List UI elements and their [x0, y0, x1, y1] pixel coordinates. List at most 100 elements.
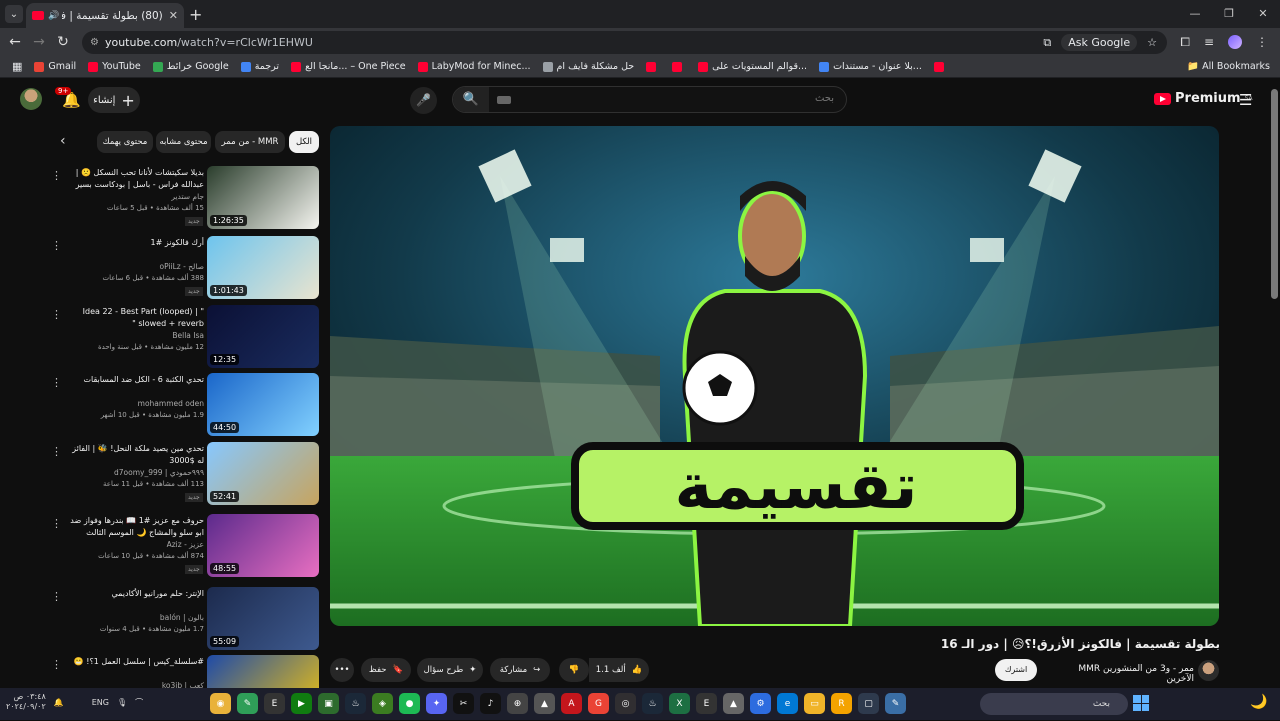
recommendation-thumbnail[interactable]: 44:50 [207, 373, 319, 436]
apps-icon[interactable]: ▦ [12, 60, 22, 73]
capcut-icon[interactable]: ✂ [453, 693, 474, 714]
recommendation-item[interactable]: ⋮ تحدي الكثبة 6 - الكل ضد المسابقات mohamm… [40, 373, 320, 439]
taskbar-search[interactable]: بحث [980, 693, 1128, 715]
all-bookmarks-button[interactable]: 📁 All Bookmarks [1187, 61, 1270, 72]
back-button[interactable]: ← [3, 34, 27, 50]
bookmark-item[interactable]: YouTube [88, 61, 141, 72]
recommendation-item[interactable]: ⋮ حروف مع عزيز #1 📖 بندرها وفواز ضد ابو س… [40, 514, 320, 580]
start-button-icon[interactable] [1133, 695, 1149, 711]
ask-google-button[interactable]: Ask Google [1061, 34, 1138, 51]
media-icon[interactable]: ≡ [1204, 35, 1214, 49]
close-tab-icon[interactable]: ✕ [169, 9, 178, 22]
steam2-icon[interactable]: ♨ [642, 693, 663, 714]
recommendation-channel[interactable]: Bella Isa [68, 331, 204, 340]
widgets-icon[interactable]: 🌙 [1250, 694, 1267, 710]
notification-bell-icon[interactable]: 🔔 [54, 698, 64, 707]
adobe-icon[interactable]: A [561, 693, 582, 714]
controller-icon[interactable]: ⊕ [507, 693, 528, 714]
excel-icon[interactable]: X [669, 693, 690, 714]
bookmark-item[interactable]: LabyMod for Minec... [417, 61, 531, 72]
bookmark-item[interactable] [646, 61, 660, 72]
browser-menu-icon[interactable]: ⋮ [1256, 35, 1268, 49]
create-button[interactable]: إنشاء + [88, 87, 140, 113]
more-options-icon[interactable]: ⋮ [51, 590, 62, 603]
recommendation-channel[interactable]: balón | بالون [68, 613, 204, 622]
keyboard-icon[interactable] [497, 96, 511, 104]
chip-all[interactable]: الكل [289, 131, 319, 153]
nvidia-icon[interactable]: ◈ [372, 693, 393, 714]
bookmark-item[interactable]: بلا عنوان - مستندات... [819, 61, 922, 72]
chip-related[interactable]: محتوى يهمك [97, 131, 153, 153]
recommendation-thumbnail[interactable]: 55:09 [207, 587, 319, 650]
address-bar[interactable]: ⚙ youtube.com/watch?v=rClcWr1EHWU ⧉ Ask … [82, 31, 1167, 54]
bookmark-star-icon[interactable]: ☆ [1147, 36, 1157, 49]
epic2-icon[interactable]: E [696, 693, 717, 714]
xbox-icon[interactable]: ▶ [291, 693, 312, 714]
wifi-icon[interactable]: ⌒ [135, 697, 143, 708]
save-button[interactable]: حفظ 🔖 [361, 658, 411, 682]
bookmark-item[interactable]: حل مشكلة فايف ام [542, 61, 634, 72]
settings-icon[interactable]: ⚙ [750, 693, 771, 714]
folder-icon[interactable]: ▭ [804, 693, 825, 714]
recommendation-channel[interactable]: d7oomy_999 | ٩٩٩حمودي [68, 468, 204, 477]
channel-avatar[interactable] [1198, 660, 1219, 681]
recommendation-thumbnail[interactable]: 1:26:35 [207, 166, 319, 229]
epic-icon[interactable]: E [264, 693, 285, 714]
bookmark-item[interactable]: Gmail [34, 61, 76, 72]
close-window-button[interactable]: ✕ [1246, 0, 1280, 28]
more-options-icon[interactable]: ⋮ [51, 239, 62, 252]
guide-menu-icon[interactable]: ☰ [1239, 91, 1252, 109]
more-actions-button[interactable]: ••• [330, 658, 354, 682]
pen-icon[interactable]: ✎ [237, 693, 258, 714]
recommendation-channel[interactable]: جام ستدير [68, 192, 204, 201]
tab-search-icon[interactable]: ⌄ [5, 5, 23, 23]
recommendation-thumbnail[interactable]: 1:01:43 [207, 236, 319, 299]
recommendation-thumbnail[interactable]: 48:55 [207, 514, 319, 577]
obs-icon[interactable]: ◎ [615, 693, 636, 714]
new-tab-button[interactable]: + [189, 5, 202, 24]
bookmark-item[interactable] [672, 61, 686, 72]
recommendation-channel[interactable]: oPiiLz - صالح [68, 262, 205, 271]
reload-button[interactable]: ↻ [51, 34, 75, 50]
search-icon[interactable]: 🔍 [453, 87, 489, 112]
more-options-icon[interactable]: ⋮ [51, 376, 62, 389]
spotify-icon[interactable]: ● [399, 693, 420, 714]
bookmark-item[interactable]: خرائط Google [152, 61, 229, 72]
steam-icon[interactable]: ♨ [345, 693, 366, 714]
voice-search-mic-icon[interactable]: 🎤 [410, 87, 437, 114]
channel-name[interactable]: MMR ممر - و3 من المنشورين الآخرين [1050, 664, 1194, 684]
google-icon[interactable]: G [588, 693, 609, 714]
recommendation-item[interactable]: ⋮ الإنتر: حلم مورانيو الأكاديمي balón | با… [40, 587, 320, 653]
recommendation-item[interactable]: ⋮ أرك فالكونز #1 oPiiLz - صالح 388 ألف مشاه… [40, 236, 320, 302]
more-options-icon[interactable]: ⋮ [51, 517, 62, 530]
bookmark-item[interactable]: ترجمة [240, 61, 279, 72]
chevron-left-icon[interactable]: ‹ [60, 133, 66, 149]
profile-icon[interactable] [1228, 35, 1242, 49]
notepad-icon[interactable]: ✎ [885, 693, 906, 714]
language-indicator[interactable]: ENG [92, 698, 109, 707]
site-info-icon[interactable]: ⚙ [90, 37, 99, 48]
more-options-icon[interactable]: ⋮ [51, 169, 62, 182]
browser-tab[interactable]: 🔊 (80) بطولة تقسيمة | فالكونز الأ... ✕ [26, 3, 184, 28]
recommendation-item[interactable]: ⋮ Idea 22 - Best Part (looped) | " slowed… [40, 305, 320, 371]
maximize-button[interactable]: ❐ [1212, 0, 1246, 28]
bookmark-item[interactable]: مانجا الع... – One Piece [291, 61, 406, 72]
more-options-icon[interactable]: ⋮ [51, 658, 62, 671]
account-avatar[interactable] [20, 88, 42, 110]
recommendation-item[interactable]: ⋮ تحدي مين يصيد ملكة النحل! 🐝 | الفائز له… [40, 442, 320, 508]
edge-icon[interactable]: e [777, 693, 798, 714]
share-button[interactable]: مشاركة ↪ [490, 658, 550, 682]
subscribe-button[interactable]: اشترك [995, 659, 1037, 681]
launcher-icon[interactable]: ▲ [723, 693, 744, 714]
minimize-button[interactable]: — [1178, 0, 1212, 28]
recommendation-thumbnail[interactable]: 12:35 [207, 305, 319, 368]
recommendation-channel[interactable]: mohammed oden [68, 399, 204, 408]
roblox-icon[interactable]: ▲ [534, 693, 555, 714]
dislike-button[interactable]: 👎 [559, 658, 589, 682]
chip-similar[interactable]: محتوى مشابه [156, 131, 211, 153]
recommendation-thumbnail[interactable]: 52:41 [207, 442, 319, 505]
cast-icon[interactable]: ⧉ [1043, 36, 1051, 50]
ask-button[interactable]: طرح سؤال ✦ [417, 658, 483, 682]
terminal-icon[interactable]: ▣ [318, 693, 339, 714]
discord-icon[interactable]: ✦ [426, 693, 447, 714]
